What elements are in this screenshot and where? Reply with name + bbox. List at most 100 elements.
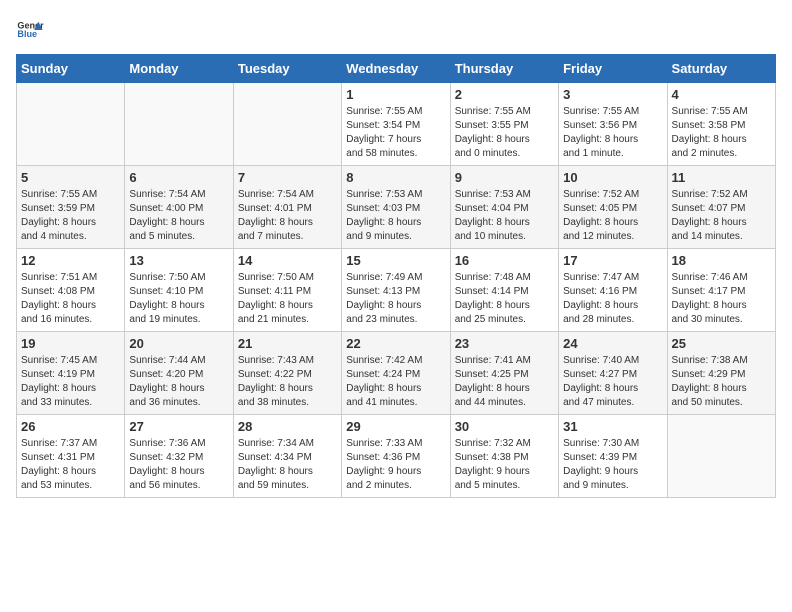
day-number: 3 (563, 87, 662, 102)
day-info: Sunrise: 7:55 AMSunset: 3:55 PMDaylight:… (455, 105, 554, 161)
page-header: General Blue (16, 16, 776, 44)
day-info: Sunrise: 7:55 AMSunset: 3:56 PMDaylight:… (563, 105, 662, 161)
day-cell-21: 21 Sunrise: 7:43 AMSunset: 4:22 PMDayligh… (233, 332, 341, 415)
day-info: Sunrise: 7:49 AMSunset: 4:13 PMDaylight:… (346, 271, 445, 327)
day-info: Sunrise: 7:48 AMSunset: 4:14 PMDaylight:… (455, 271, 554, 327)
day-cell-1: 1 Sunrise: 7:55 AMSunset: 3:54 PMDaylight… (342, 83, 450, 166)
day-cell-17: 17 Sunrise: 7:47 AMSunset: 4:16 PMDayligh… (559, 249, 667, 332)
day-number: 17 (563, 253, 662, 268)
day-info: Sunrise: 7:52 AMSunset: 4:07 PMDaylight:… (672, 188, 771, 244)
week-row-2: 5 Sunrise: 7:55 AMSunset: 3:59 PMDaylight… (17, 166, 776, 249)
header-wednesday: Wednesday (342, 55, 450, 83)
day-number: 28 (238, 419, 337, 434)
day-number: 2 (455, 87, 554, 102)
logo-icon: General Blue (16, 16, 44, 44)
day-number: 16 (455, 253, 554, 268)
day-cell-27: 27 Sunrise: 7:36 AMSunset: 4:32 PMDayligh… (125, 415, 233, 498)
day-cell-23: 23Sunrise: 7:41 AMSunset: 4:25 PMDayligh… (450, 332, 558, 415)
day-cell-30: 30 Sunrise: 7:32 AMSunset: 4:38 PMDayligh… (450, 415, 558, 498)
day-cell-29: 29 Sunrise: 7:33 AMSunset: 4:36 PMDayligh… (342, 415, 450, 498)
header-saturday: Saturday (667, 55, 775, 83)
week-row-4: 19Sunrise: 7:45 AMSunset: 4:19 PMDayligh… (17, 332, 776, 415)
day-cell-28: 28 Sunrise: 7:34 AMSunset: 4:34 PMDayligh… (233, 415, 341, 498)
day-info: Sunrise: 7:46 AMSunset: 4:17 PMDaylight:… (672, 271, 771, 327)
day-cell-12: 12 Sunrise: 7:51 AMSunset: 4:08 PMDayligh… (17, 249, 125, 332)
day-number: 10 (563, 170, 662, 185)
day-number: 4 (672, 87, 771, 102)
day-cell-3: 3 Sunrise: 7:55 AMSunset: 3:56 PMDaylight… (559, 83, 667, 166)
day-info: Sunrise: 7:52 AMSunset: 4:05 PMDaylight:… (563, 188, 662, 244)
logo: General Blue (16, 16, 44, 44)
day-number: 15 (346, 253, 445, 268)
day-number: 19 (21, 336, 120, 351)
day-info: Sunrise: 7:38 AMSunset: 4:29 PMDaylight:… (672, 354, 771, 410)
day-cell-14: 14Sunrise: 7:50 AMSunset: 4:11 PMDayligh… (233, 249, 341, 332)
day-cell-26: 26Sunrise: 7:37 AMSunset: 4:31 PMDayligh… (17, 415, 125, 498)
day-number: 29 (346, 419, 445, 434)
header-friday: Friday (559, 55, 667, 83)
day-cell-16: 16 Sunrise: 7:48 AMSunset: 4:14 PMDayligh… (450, 249, 558, 332)
day-number: 24 (563, 336, 662, 351)
day-cell-24: 24 Sunrise: 7:40 AMSunset: 4:27 PMDayligh… (559, 332, 667, 415)
day-number: 27 (129, 419, 228, 434)
day-cell-10: 10 Sunrise: 7:52 AMSunset: 4:05 PMDayligh… (559, 166, 667, 249)
header-tuesday: Tuesday (233, 55, 341, 83)
day-cell-13: 13Sunrise: 7:50 AMSunset: 4:10 PMDayligh… (125, 249, 233, 332)
calendar-header-row: SundayMondayTuesdayWednesdayThursdayFrid… (17, 55, 776, 83)
day-number: 18 (672, 253, 771, 268)
day-cell-6: 6 Sunrise: 7:54 AMSunset: 4:00 PMDaylight… (125, 166, 233, 249)
empty-cell (17, 83, 125, 166)
day-info: Sunrise: 7:44 AMSunset: 4:20 PMDaylight:… (129, 354, 228, 410)
day-info: Sunrise: 7:51 AMSunset: 4:08 PMDaylight:… (21, 271, 120, 327)
day-info: Sunrise: 7:36 AMSunset: 4:32 PMDaylight:… (129, 437, 228, 493)
day-info: Sunrise: 7:42 AMSunset: 4:24 PMDaylight:… (346, 354, 445, 410)
day-number: 13 (129, 253, 228, 268)
day-number: 31 (563, 419, 662, 434)
day-info: Sunrise: 7:53 AMSunset: 4:03 PMDaylight:… (346, 188, 445, 244)
day-info: Sunrise: 7:41 AMSunset: 4:25 PMDaylight:… (455, 354, 554, 410)
header-thursday: Thursday (450, 55, 558, 83)
day-cell-11: 11 Sunrise: 7:52 AMSunset: 4:07 PMDayligh… (667, 166, 775, 249)
day-info: Sunrise: 7:50 AMSunset: 4:11 PMDaylight:… (238, 271, 337, 327)
day-info: Sunrise: 7:30 AMSunset: 4:39 PMDaylight:… (563, 437, 662, 493)
day-number: 21 (238, 336, 337, 351)
day-cell-19: 19Sunrise: 7:45 AMSunset: 4:19 PMDayligh… (17, 332, 125, 415)
day-info: Sunrise: 7:32 AMSunset: 4:38 PMDaylight:… (455, 437, 554, 493)
empty-cell (233, 83, 341, 166)
day-number: 8 (346, 170, 445, 185)
day-info: Sunrise: 7:55 AMSunset: 3:54 PMDaylight:… (346, 105, 445, 161)
day-info: Sunrise: 7:43 AMSunset: 4:22 PMDaylight:… (238, 354, 337, 410)
day-cell-20: 20Sunrise: 7:44 AMSunset: 4:20 PMDayligh… (125, 332, 233, 415)
empty-cell (125, 83, 233, 166)
week-row-3: 12 Sunrise: 7:51 AMSunset: 4:08 PMDayligh… (17, 249, 776, 332)
day-number: 1 (346, 87, 445, 102)
day-info: Sunrise: 7:40 AMSunset: 4:27 PMDaylight:… (563, 354, 662, 410)
day-number: 11 (672, 170, 771, 185)
day-number: 26 (21, 419, 120, 434)
day-info: Sunrise: 7:55 AMSunset: 3:59 PMDaylight:… (21, 188, 120, 244)
day-number: 5 (21, 170, 120, 185)
day-number: 30 (455, 419, 554, 434)
day-number: 7 (238, 170, 337, 185)
day-info: Sunrise: 7:55 AMSunset: 3:58 PMDaylight:… (672, 105, 771, 161)
day-info: Sunrise: 7:47 AMSunset: 4:16 PMDaylight:… (563, 271, 662, 327)
calendar-table: SundayMondayTuesdayWednesdayThursdayFrid… (16, 54, 776, 498)
day-cell-5: 5 Sunrise: 7:55 AMSunset: 3:59 PMDaylight… (17, 166, 125, 249)
header-sunday: Sunday (17, 55, 125, 83)
day-info: Sunrise: 7:33 AMSunset: 4:36 PMDaylight:… (346, 437, 445, 493)
day-number: 22 (346, 336, 445, 351)
day-number: 9 (455, 170, 554, 185)
day-cell-25: 25Sunrise: 7:38 AMSunset: 4:29 PMDayligh… (667, 332, 775, 415)
day-info: Sunrise: 7:34 AMSunset: 4:34 PMDaylight:… (238, 437, 337, 493)
day-cell-7: 7Sunrise: 7:54 AMSunset: 4:01 PMDaylight… (233, 166, 341, 249)
header-monday: Monday (125, 55, 233, 83)
day-number: 6 (129, 170, 228, 185)
week-row-1: 1 Sunrise: 7:55 AMSunset: 3:54 PMDaylight… (17, 83, 776, 166)
day-cell-4: 4 Sunrise: 7:55 AMSunset: 3:58 PMDaylight… (667, 83, 775, 166)
svg-text:Blue: Blue (17, 29, 37, 39)
day-info: Sunrise: 7:54 AMSunset: 4:00 PMDaylight:… (129, 188, 228, 244)
week-row-5: 26Sunrise: 7:37 AMSunset: 4:31 PMDayligh… (17, 415, 776, 498)
day-cell-22: 22 Sunrise: 7:42 AMSunset: 4:24 PMDayligh… (342, 332, 450, 415)
day-number: 12 (21, 253, 120, 268)
day-cell-15: 15 Sunrise: 7:49 AMSunset: 4:13 PMDayligh… (342, 249, 450, 332)
